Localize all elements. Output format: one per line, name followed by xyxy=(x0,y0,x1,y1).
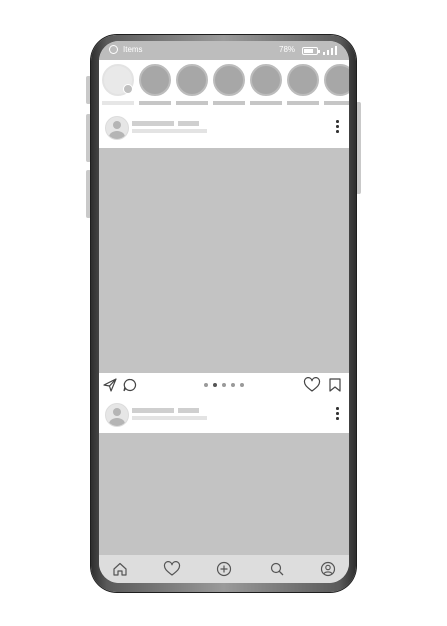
story-avatar xyxy=(176,64,208,96)
comment-icon[interactable] xyxy=(122,377,138,393)
story-name-placeholder xyxy=(176,101,208,105)
search-icon[interactable] xyxy=(269,561,285,577)
add-story-icon xyxy=(123,84,133,94)
story-item[interactable] xyxy=(250,64,282,106)
bookmark-icon[interactable] xyxy=(327,377,343,393)
more-vertical-icon[interactable] xyxy=(335,120,339,134)
carousel-dot xyxy=(231,383,235,387)
post-author-name-placeholder xyxy=(132,121,174,126)
story-item[interactable] xyxy=(213,64,245,106)
carousel-dot xyxy=(204,383,208,387)
status-app-title: Items xyxy=(123,45,143,54)
post-image[interactable] xyxy=(99,148,349,373)
profile-icon[interactable] xyxy=(320,561,336,577)
home-icon[interactable] xyxy=(112,561,128,577)
story-item[interactable] xyxy=(139,64,171,106)
story-name-placeholder xyxy=(287,101,319,105)
phone-screen: Items 78% xyxy=(99,41,349,583)
story-own[interactable] xyxy=(102,64,134,106)
post-header xyxy=(99,110,349,148)
story-item[interactable] xyxy=(176,64,208,106)
app-logo-icon xyxy=(109,45,118,54)
bottom-tab-bar xyxy=(99,555,349,583)
carousel-dot xyxy=(222,383,226,387)
post-header xyxy=(99,397,349,435)
story-item[interactable] xyxy=(287,64,319,106)
story-avatar xyxy=(250,64,282,96)
story-name-placeholder xyxy=(102,101,134,105)
post-author-avatar[interactable] xyxy=(105,403,129,427)
post-author-tag-placeholder xyxy=(178,408,199,413)
story-item[interactable] xyxy=(324,64,349,106)
post-author-name-placeholder xyxy=(132,408,174,413)
more-vertical-icon[interactable] xyxy=(335,407,339,421)
phone-power-button xyxy=(356,102,361,194)
status-bar: Items 78% xyxy=(99,41,349,60)
post-subtitle-placeholder xyxy=(132,416,207,420)
story-name-placeholder xyxy=(250,101,282,105)
story-name-placeholder xyxy=(139,101,171,105)
carousel-dot xyxy=(240,383,244,387)
send-icon[interactable] xyxy=(102,377,118,393)
story-avatar xyxy=(324,64,349,96)
story-avatar xyxy=(213,64,245,96)
story-name-placeholder xyxy=(213,101,245,105)
post-image[interactable] xyxy=(99,433,349,555)
signal-bars-icon xyxy=(323,45,337,55)
post-author-avatar[interactable] xyxy=(105,116,129,140)
post-author-tag-placeholder xyxy=(178,121,199,126)
post-action-row xyxy=(99,373,349,397)
story-avatar xyxy=(139,64,171,96)
carousel-dot-active xyxy=(213,383,217,387)
heart-icon[interactable] xyxy=(163,561,181,577)
battery-icon xyxy=(302,47,320,55)
post-subtitle-placeholder xyxy=(132,129,207,133)
story-name-placeholder xyxy=(324,101,349,105)
heart-icon[interactable] xyxy=(303,377,321,393)
battery-percent: 78% xyxy=(279,45,296,54)
add-post-icon[interactable] xyxy=(216,561,232,577)
story-avatar xyxy=(287,64,319,96)
